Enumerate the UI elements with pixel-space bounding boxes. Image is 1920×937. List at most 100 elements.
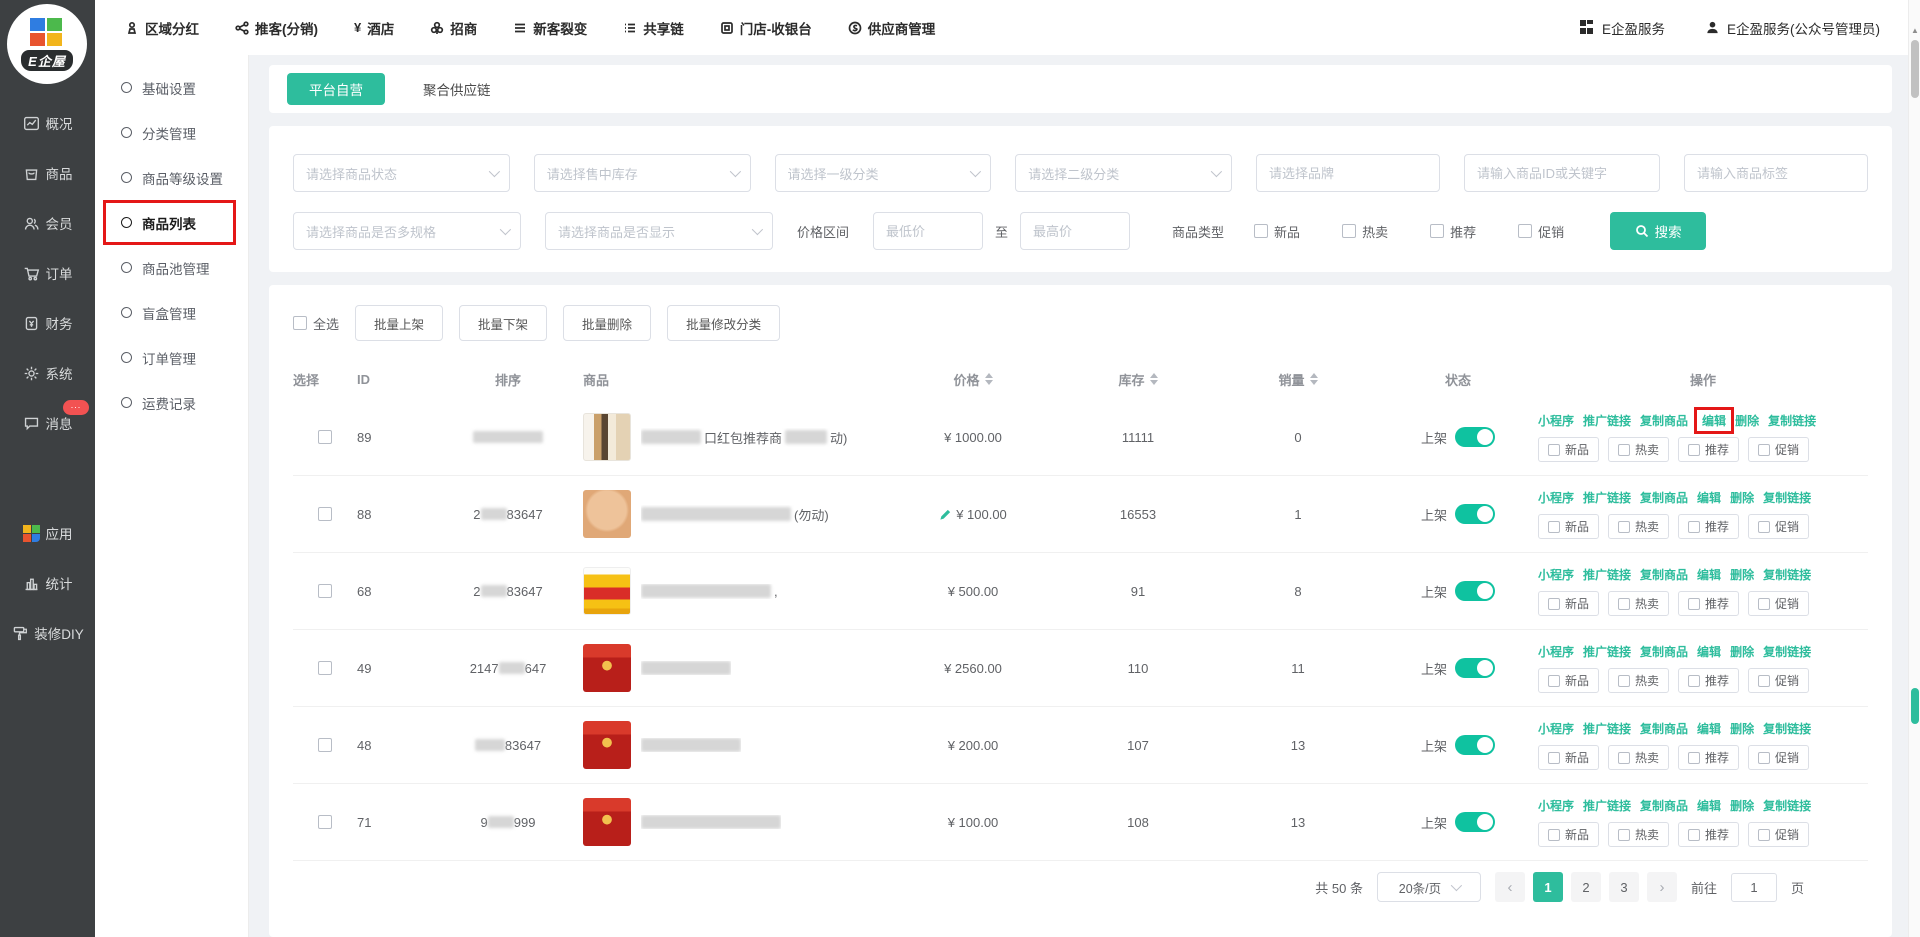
row-checkbox-recommend[interactable]: 推荐	[1678, 668, 1739, 693]
copy-url-link[interactable]: 复制链接	[1763, 489, 1811, 506]
select-all-checkbox[interactable]: 全选	[293, 314, 339, 333]
submenu-item-goods-list[interactable]: 商品列表	[95, 200, 248, 245]
copy-goods-link[interactable]: 复制商品	[1640, 566, 1688, 583]
tab-aggregated-supply[interactable]: 聚合供应链	[423, 79, 491, 99]
batch-delete-button[interactable]: 批量删除	[563, 305, 651, 341]
row-checkbox-recommend[interactable]: 推荐	[1678, 591, 1739, 616]
edit-link[interactable]: 编辑	[1697, 489, 1721, 506]
miniprogram-link[interactable]: 小程序	[1538, 566, 1574, 583]
row-checkbox-promo[interactable]: 促销	[1748, 745, 1809, 770]
status-toggle[interactable]	[1455, 812, 1495, 832]
brand-input[interactable]	[1256, 154, 1440, 192]
goods-id-keyword-input[interactable]	[1464, 154, 1660, 192]
promo-link[interactable]: 推广链接	[1583, 720, 1631, 737]
row-checkbox-hot[interactable]: 热卖	[1608, 822, 1669, 847]
row-checkbox-promo[interactable]: 促销	[1748, 591, 1809, 616]
promo-link[interactable]: 推广链接	[1583, 412, 1631, 429]
sidebar-item-apps[interactable]: 应用	[0, 508, 95, 558]
edit-link[interactable]: 编辑	[1697, 566, 1721, 583]
edit-link[interactable]: 编辑	[1697, 720, 1721, 737]
sidebar-item-goods[interactable]: 商品	[0, 148, 95, 198]
delete-link[interactable]: 删除	[1730, 489, 1754, 506]
row-checkbox[interactable]	[318, 661, 332, 675]
select-goods-visible[interactable]: 请选择商品是否显示	[545, 212, 773, 250]
row-checkbox-hot[interactable]: 热卖	[1608, 514, 1669, 539]
copy-url-link[interactable]: 复制链接	[1763, 643, 1811, 660]
copy-url-link[interactable]: 复制链接	[1763, 797, 1811, 814]
page-size-select[interactable]: 20条/页	[1377, 872, 1481, 902]
copy-goods-link[interactable]: 复制商品	[1640, 412, 1688, 429]
sidebar-item-overview[interactable]: 概况	[0, 98, 95, 148]
submenu-item-freight-record[interactable]: 运费记录	[95, 380, 248, 425]
topnav-item-hotel[interactable]: ¥ 酒店	[354, 18, 394, 38]
row-checkbox-hot[interactable]: 热卖	[1608, 437, 1669, 462]
row-checkbox[interactable]	[318, 584, 332, 598]
topbar-service-menu[interactable]: E企盈服务	[1580, 18, 1665, 38]
page-button-3[interactable]: 3	[1609, 872, 1639, 902]
delete-link[interactable]: 删除	[1730, 566, 1754, 583]
submenu-item-blind-box[interactable]: 盲盒管理	[95, 290, 248, 335]
select-onsale-stock[interactable]: 请选择售中库存	[534, 154, 751, 192]
sort-carets[interactable]	[1310, 373, 1318, 385]
status-toggle[interactable]	[1455, 504, 1495, 524]
sidebar-item-messages[interactable]: ... 消息	[0, 398, 95, 448]
status-toggle[interactable]	[1455, 427, 1495, 447]
miniprogram-link[interactable]: 小程序	[1538, 797, 1574, 814]
sidebar-item-members[interactable]: 会员	[0, 198, 95, 248]
row-checkbox-recommend[interactable]: 推荐	[1678, 822, 1739, 847]
topnav-item-shared-chain[interactable]: 共享链	[623, 18, 684, 38]
edit-link[interactable]: 编辑	[1697, 643, 1721, 660]
row-checkbox[interactable]	[318, 507, 332, 521]
max-price-input[interactable]	[1020, 212, 1130, 250]
copy-url-link[interactable]: 复制链接	[1763, 566, 1811, 583]
topnav-item-region-dividend[interactable]: 区域分红	[125, 18, 199, 38]
submenu-item-goods-level[interactable]: 商品等级设置	[95, 155, 248, 200]
miniprogram-link[interactable]: 小程序	[1538, 412, 1574, 429]
goto-page-input[interactable]	[1731, 873, 1777, 902]
filter-checkbox-hot[interactable]: 热卖	[1342, 222, 1388, 241]
batch-recategory-button[interactable]: 批量修改分类	[667, 305, 780, 341]
row-checkbox[interactable]	[318, 738, 332, 752]
copy-goods-link[interactable]: 复制商品	[1640, 797, 1688, 814]
row-checkbox-promo[interactable]: 促销	[1748, 668, 1809, 693]
row-checkbox-recommend[interactable]: 推荐	[1678, 514, 1739, 539]
miniprogram-link[interactable]: 小程序	[1538, 489, 1574, 506]
row-checkbox-new[interactable]: 新品	[1538, 822, 1599, 847]
select-level1-category[interactable]: 请选择一级分类	[775, 154, 992, 192]
copy-url-link[interactable]: 复制链接	[1768, 412, 1816, 429]
copy-goods-link[interactable]: 复制商品	[1640, 489, 1688, 506]
search-button[interactable]: 搜索	[1610, 212, 1706, 250]
promo-link[interactable]: 推广链接	[1583, 566, 1631, 583]
batch-onshelf-button[interactable]: 批量上架	[355, 305, 443, 341]
promo-link[interactable]: 推广链接	[1583, 643, 1631, 660]
miniprogram-link[interactable]: 小程序	[1538, 720, 1574, 737]
row-checkbox-new[interactable]: 新品	[1538, 591, 1599, 616]
row-checkbox-new[interactable]: 新品	[1538, 437, 1599, 462]
status-toggle[interactable]	[1455, 581, 1495, 601]
tab-platform-self[interactable]: 平台自营	[287, 73, 385, 105]
goods-tag-input[interactable]	[1684, 154, 1868, 192]
status-toggle[interactable]	[1455, 658, 1495, 678]
filter-checkbox-recommend[interactable]: 推荐	[1430, 222, 1476, 241]
delete-link[interactable]: 删除	[1730, 797, 1754, 814]
promo-link[interactable]: 推广链接	[1583, 797, 1631, 814]
scrollbar-thumb[interactable]	[1911, 40, 1919, 98]
row-checkbox-hot[interactable]: 热卖	[1608, 591, 1669, 616]
row-checkbox-promo[interactable]: 促销	[1748, 822, 1809, 847]
page-button-2[interactable]: 2	[1571, 872, 1601, 902]
delete-link[interactable]: 删除	[1730, 643, 1754, 660]
submenu-item-basic-settings[interactable]: 基础设置	[95, 65, 248, 110]
select-multi-spec[interactable]: 请选择商品是否多规格	[293, 212, 521, 250]
batch-offshelf-button[interactable]: 批量下架	[459, 305, 547, 341]
sidebar-item-stats[interactable]: 统计	[0, 558, 95, 608]
row-checkbox-promo[interactable]: 促销	[1748, 514, 1809, 539]
prev-page-button[interactable]: ‹	[1495, 872, 1525, 902]
edit-link[interactable]: 编辑	[1694, 407, 1734, 434]
sidebar-item-diy[interactable]: 装修DIY	[0, 608, 95, 658]
sidebar-item-orders[interactable]: 订单	[0, 248, 95, 298]
copy-url-link[interactable]: 复制链接	[1763, 720, 1811, 737]
row-checkbox-hot[interactable]: 热卖	[1608, 745, 1669, 770]
row-checkbox-new[interactable]: 新品	[1538, 745, 1599, 770]
row-checkbox-recommend[interactable]: 推荐	[1678, 745, 1739, 770]
promo-link[interactable]: 推广链接	[1583, 489, 1631, 506]
